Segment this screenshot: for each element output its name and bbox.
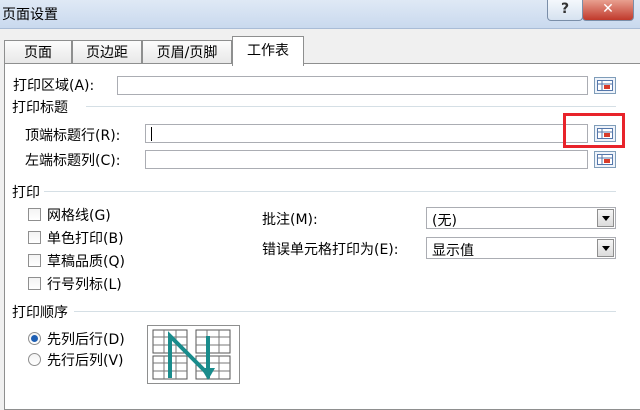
black-and-white-label: 单色打印(B) — [47, 231, 124, 247]
print-area-label: 打印区域(A): — [13, 78, 95, 94]
text-caret — [151, 127, 152, 141]
cell-errors-dropdown[interactable]: 显示值 — [426, 237, 616, 259]
tab-margins[interactable]: 页边距 — [72, 40, 142, 65]
title-bar: 页面设置 ? ✕ — [0, 0, 640, 29]
print-divider — [44, 191, 616, 192]
cols-to-repeat-range-button[interactable] — [594, 151, 616, 168]
comments-label: 批注(M): — [262, 212, 318, 228]
highlight-box — [563, 113, 625, 148]
black-and-white-checkbox[interactable] — [28, 231, 41, 244]
range-selector-icon — [597, 154, 613, 165]
over-then-down-label: 先行后列(V) — [47, 353, 124, 369]
cell-errors-label: 错误单元格打印为(E): — [262, 242, 399, 258]
print-area-input[interactable] — [117, 76, 588, 95]
page-order-preview — [147, 325, 240, 384]
chevron-down-icon[interactable] — [597, 239, 614, 257]
comments-dropdown[interactable]: (无) — [426, 207, 616, 229]
window-title: 页面设置 — [2, 7, 58, 23]
gridlines-checkbox[interactable] — [28, 208, 41, 221]
tab-page[interactable]: 页面 — [4, 40, 72, 65]
down-then-over-radio[interactable] — [28, 332, 41, 345]
tab-header-footer[interactable]: 页眉/页脚 — [142, 40, 232, 65]
page-order-preview-icon — [152, 329, 231, 380]
cols-to-repeat-label: 左端标题列(C): — [25, 153, 121, 169]
row-col-headings-label: 行号列标(L) — [47, 277, 122, 293]
comments-value: (无) — [432, 213, 457, 229]
over-then-down-radio[interactable] — [28, 353, 41, 366]
print-titles-heading: 打印标题 — [12, 100, 68, 116]
draft-quality-label: 草稿品质(Q) — [47, 254, 125, 270]
page-order-heading: 打印顺序 — [12, 305, 68, 321]
draft-quality-checkbox[interactable] — [28, 254, 41, 267]
cell-errors-value: 显示值 — [432, 243, 474, 259]
page-order-divider — [74, 311, 616, 312]
close-button[interactable]: ✕ — [582, 0, 634, 21]
print-heading: 打印 — [12, 185, 40, 201]
chevron-down-icon[interactable] — [597, 209, 614, 227]
rows-to-repeat-label: 顶端标题行(R): — [25, 128, 121, 144]
radio-selected-dot — [31, 335, 38, 342]
rows-to-repeat-input[interactable] — [145, 124, 588, 143]
gridlines-label: 网格线(G) — [47, 208, 111, 224]
print-titles-divider — [86, 106, 616, 107]
down-then-over-label: 先列后行(D) — [47, 332, 125, 348]
help-button[interactable]: ? — [547, 0, 583, 21]
tab-sheet[interactable]: 工作表 — [232, 36, 304, 66]
range-selector-icon — [597, 80, 613, 91]
row-col-headings-checkbox[interactable] — [28, 277, 41, 290]
cols-to-repeat-input[interactable] — [145, 150, 588, 169]
print-area-range-button[interactable] — [594, 77, 616, 94]
